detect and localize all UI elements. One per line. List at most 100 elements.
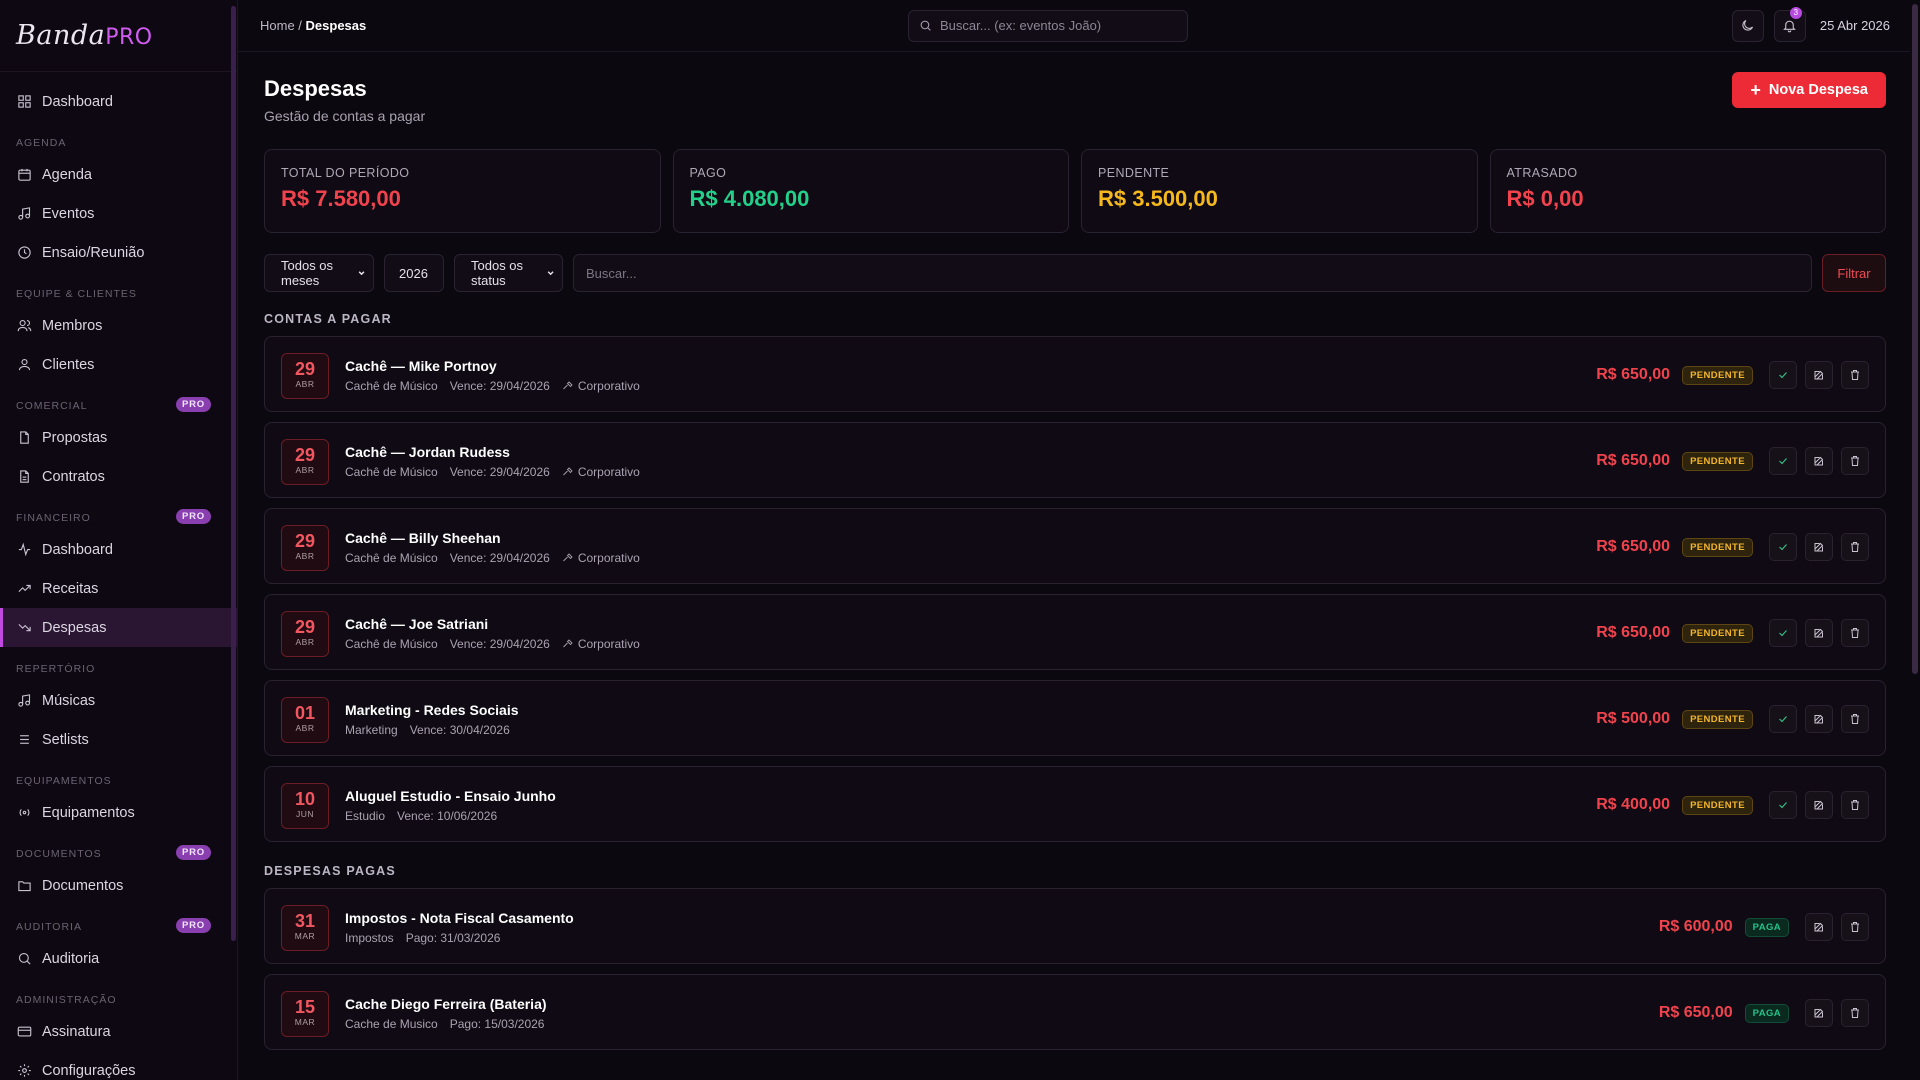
edit-button[interactable] bbox=[1805, 619, 1833, 647]
sidebar-item-fin-dashboard[interactable]: Dashboard bbox=[0, 530, 237, 569]
year-select[interactable]: 2026 bbox=[384, 254, 444, 292]
sidebar-item-clientes[interactable]: Clientes bbox=[0, 345, 237, 384]
mark-paid-button[interactable] bbox=[1769, 361, 1797, 389]
edit-button[interactable] bbox=[1805, 791, 1833, 819]
sidebar-item-assinatura[interactable]: Assinatura bbox=[0, 1012, 237, 1051]
filter-button[interactable]: Filtrar bbox=[1822, 254, 1886, 292]
clock-icon bbox=[16, 245, 32, 261]
expense-row[interactable]: 29 ABR Cachê — Mike Portnoy Cachê de Músico… bbox=[264, 336, 1886, 412]
edit-icon bbox=[1814, 456, 1824, 466]
sidebar-section-label: ADMINISTRAÇÃO bbox=[0, 978, 237, 1012]
file-icon bbox=[16, 430, 32, 446]
user-icon bbox=[16, 357, 32, 373]
check-icon bbox=[1779, 372, 1787, 379]
sidebar-section-label: EQUIPE & CLIENTES bbox=[0, 272, 237, 306]
sidebar-item-setlists[interactable]: Setlists bbox=[0, 720, 237, 759]
sidebar-item-membros[interactable]: Membros bbox=[0, 306, 237, 345]
expense-row[interactable]: 31 MAR Impostos - Nota Fiscal Casamento Imp… bbox=[264, 888, 1886, 964]
sidebar-item-despesas[interactable]: Despesas bbox=[0, 608, 237, 647]
hammer-icon bbox=[562, 553, 573, 562]
sidebar-item-label: Configurações bbox=[42, 1062, 136, 1079]
page-scrollbar-thumb[interactable] bbox=[1912, 4, 1918, 674]
page-scrollbar[interactable] bbox=[1910, 0, 1920, 1080]
section-title-paid: DESPESAS PAGAS bbox=[264, 864, 396, 878]
expense-category: Marketing bbox=[345, 723, 398, 737]
sidebar-item-auditoria[interactable]: Auditoria bbox=[0, 939, 237, 978]
delete-button[interactable] bbox=[1841, 619, 1869, 647]
expense-row[interactable]: 29 ABR Cachê — Billy Sheehan Cachê de Músic… bbox=[264, 508, 1886, 584]
edit-icon bbox=[1814, 370, 1824, 380]
expense-actions: R$ 650,00 PENDENTE bbox=[1596, 619, 1869, 647]
expense-row[interactable]: 29 ABR Cachê — Joe Satriani Cachê de Músico… bbox=[264, 594, 1886, 670]
edit-button[interactable] bbox=[1805, 999, 1833, 1027]
expense-category: Cachê de Músico bbox=[345, 465, 438, 479]
edit-button[interactable] bbox=[1805, 447, 1833, 475]
sidebar-item-configuracoes[interactable]: Configurações bbox=[0, 1051, 237, 1080]
mark-paid-button[interactable] bbox=[1769, 447, 1797, 475]
edit-button[interactable] bbox=[1805, 913, 1833, 941]
sidebar-item-eventos[interactable]: Eventos bbox=[0, 194, 237, 233]
sidebar-item-label: Contratos bbox=[42, 468, 105, 485]
edit-icon bbox=[1814, 922, 1824, 932]
sidebar-scrollbar[interactable] bbox=[231, 6, 236, 941]
sidebar-item-equipamentos[interactable]: Equipamentos bbox=[0, 793, 237, 832]
expense-title: Cachê — Jordan Rudess bbox=[345, 444, 510, 460]
breadcrumb-home[interactable]: Home bbox=[260, 18, 295, 33]
status-badge: PAGA bbox=[1744, 917, 1789, 937]
expense-amount: R$ 400,00 bbox=[1596, 796, 1671, 813]
delete-button[interactable] bbox=[1841, 533, 1869, 561]
mark-paid-button[interactable] bbox=[1769, 791, 1797, 819]
sidebar-item-label: Propostas bbox=[42, 429, 108, 446]
filter-search-input[interactable]: Buscar... bbox=[573, 254, 1812, 292]
global-search-input[interactable]: Buscar... (ex: eventos João) bbox=[908, 9, 1188, 42]
expense-row[interactable]: 10 JUN Aluguel Estudio - Ensaio Junho Estud… bbox=[264, 766, 1886, 842]
delete-button[interactable] bbox=[1841, 361, 1869, 389]
theme-toggle-button[interactable] bbox=[1731, 9, 1764, 42]
due-month: JUN bbox=[295, 809, 315, 819]
edit-button[interactable] bbox=[1805, 361, 1833, 389]
chevron-down-icon bbox=[358, 271, 365, 276]
month-select[interactable]: Todos os meses bbox=[264, 254, 374, 292]
new-expense-button[interactable]: + Nova Despesa bbox=[1732, 72, 1886, 108]
sidebar-item-label: Despesas bbox=[42, 619, 107, 636]
sidebar-item-musicas[interactable]: Músicas bbox=[0, 681, 237, 720]
edit-button[interactable] bbox=[1805, 533, 1833, 561]
status-select[interactable]: Todos os status bbox=[454, 254, 563, 292]
expense-date: Vence: 29/04/2026 bbox=[449, 637, 550, 651]
logo[interactable]: BandaPRO bbox=[0, 0, 237, 72]
expense-date: Vence: 29/04/2026 bbox=[449, 551, 550, 565]
expense-actions: R$ 650,00 PAGA bbox=[1659, 999, 1869, 1027]
mark-paid-button[interactable] bbox=[1769, 619, 1797, 647]
due-date-box: 01 ABR bbox=[281, 697, 329, 743]
due-date-box: 29 ABR bbox=[281, 611, 329, 657]
expense-row[interactable]: 01 ABR Marketing - Redes Sociais Marketing V… bbox=[264, 680, 1886, 756]
sidebar-item-agenda[interactable]: Agenda bbox=[0, 155, 237, 194]
edit-icon bbox=[1814, 714, 1824, 724]
edit-icon bbox=[1814, 800, 1824, 810]
sidebar-section-title: EQUIPAMENTOS bbox=[16, 775, 112, 787]
delete-button[interactable] bbox=[1841, 999, 1869, 1027]
expense-actions: R$ 650,00 PENDENTE bbox=[1596, 533, 1869, 561]
sidebar-item-ensaio[interactable]: Ensaio/Reunião bbox=[0, 233, 237, 272]
edit-button[interactable] bbox=[1805, 705, 1833, 733]
plus-icon: + bbox=[1750, 79, 1761, 100]
notifications-button[interactable]: 3 bbox=[1773, 6, 1806, 42]
delete-button[interactable] bbox=[1841, 447, 1869, 475]
sidebar-item-propostas[interactable]: Propostas bbox=[0, 418, 237, 457]
mark-paid-button[interactable] bbox=[1769, 705, 1797, 733]
mark-paid-button[interactable] bbox=[1769, 533, 1797, 561]
expense-amount: R$ 650,00 bbox=[1596, 624, 1671, 641]
sidebar-item-dashboard[interactable]: Dashboard bbox=[0, 82, 237, 121]
delete-button[interactable] bbox=[1841, 705, 1869, 733]
expense-meta: Impostos Pago: 31/03/2026 bbox=[345, 931, 500, 945]
file-text-icon bbox=[16, 469, 32, 485]
expense-row[interactable]: 15 MAR Cache Diego Ferreira (Bateria) Cache… bbox=[264, 974, 1886, 1050]
delete-button[interactable] bbox=[1841, 791, 1869, 819]
sidebar-section-label: EQUIPAMENTOS bbox=[0, 759, 237, 793]
expense-row[interactable]: 29 ABR Cachê — Jordan Rudess Cachê de Músic… bbox=[264, 422, 1886, 498]
sidebar-item-contratos[interactable]: Contratos bbox=[0, 457, 237, 496]
notification-count-badge: 3 bbox=[1789, 6, 1802, 19]
sidebar-item-documentos[interactable]: Documentos bbox=[0, 866, 237, 905]
sidebar-item-receitas[interactable]: Receitas bbox=[0, 569, 237, 608]
delete-button[interactable] bbox=[1841, 913, 1869, 941]
